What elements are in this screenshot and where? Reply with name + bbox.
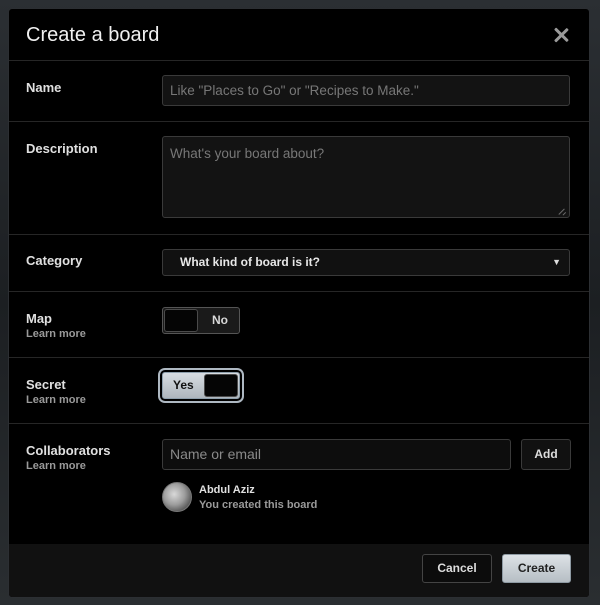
collaborators-row: Collaborators Learn more Name or email A… — [9, 424, 589, 534]
dialog-header: Create a board — [9, 9, 589, 61]
map-row: Map Learn more No — [9, 292, 589, 358]
secret-toggle-text: Yes — [173, 378, 194, 392]
dialog-title: Create a board — [26, 24, 160, 46]
name-row: Name Like "Places to Go" or "Recipes to … — [9, 61, 589, 122]
map-toggle-text: No — [212, 313, 228, 327]
description-row: Description What's your board about? — [9, 122, 589, 235]
chevron-down-icon: ▼ — [552, 257, 561, 267]
map-toggle-knob — [164, 309, 198, 332]
description-placeholder: What's your board about? — [170, 146, 325, 161]
close-icon[interactable] — [553, 27, 569, 43]
secret-toggle-knob — [204, 374, 238, 397]
map-label: Map — [26, 311, 52, 326]
category-row: Category What kind of board is it? ▼ — [9, 235, 589, 292]
name-label: Name — [26, 80, 62, 95]
map-learn-more-link[interactable]: Learn more — [26, 328, 86, 340]
secret-toggle[interactable]: Yes — [162, 372, 240, 399]
create-board-dialog: Create a board Name Like "Places to Go" … — [8, 8, 590, 598]
name-input[interactable]: Like "Places to Go" or "Recipes to Make.… — [162, 75, 570, 106]
resize-handle-icon[interactable] — [559, 207, 567, 215]
collaborators-learn-more-link[interactable]: Learn more — [26, 460, 86, 472]
collaborator-name[interactable]: Abdul Aziz — [199, 484, 255, 496]
secret-row: Secret Learn more Yes — [9, 358, 589, 424]
map-toggle[interactable]: No — [162, 307, 240, 334]
description-textarea[interactable]: What's your board about? — [162, 136, 570, 218]
category-selected-value: What kind of board is it? — [180, 255, 320, 269]
description-label: Description — [26, 141, 98, 156]
dialog-footer: Cancel Create — [9, 544, 589, 597]
create-button[interactable]: Create — [502, 554, 571, 583]
collaborator-note: You created this board — [199, 499, 318, 511]
collaborator-email-input[interactable]: Name or email — [162, 439, 511, 470]
avatar — [162, 482, 192, 512]
secret-label: Secret — [26, 377, 66, 392]
collaborators-label: Collaborators — [26, 443, 111, 458]
category-select[interactable]: What kind of board is it? ▼ — [162, 249, 570, 276]
secret-learn-more-link[interactable]: Learn more — [26, 394, 86, 406]
add-collaborator-button[interactable]: Add — [521, 439, 571, 470]
category-label: Category — [26, 253, 83, 268]
cancel-button[interactable]: Cancel — [422, 554, 492, 583]
